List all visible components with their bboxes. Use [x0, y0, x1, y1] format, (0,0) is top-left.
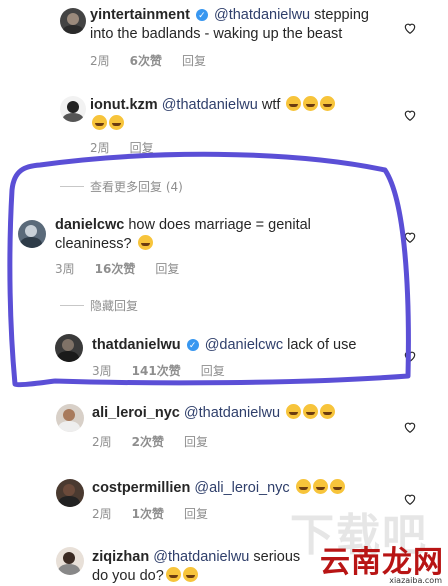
joy-emoji-icon	[303, 404, 319, 419]
avatar[interactable]	[56, 479, 84, 507]
comment-text: ali_leroi_nyc @thatdanielwu	[92, 404, 412, 423]
reply-button[interactable]: 回复	[184, 433, 208, 450]
mention-link[interactable]: @ali_leroi_nyc	[194, 480, 289, 496]
avatar[interactable]	[56, 547, 84, 575]
joy-emoji-icon	[182, 567, 198, 582]
joy-emoji-icon	[295, 479, 311, 494]
joy-emoji-icon	[329, 479, 345, 494]
username[interactable]: costpermillien	[92, 480, 190, 496]
joy-emoji-icon	[312, 479, 328, 494]
watermark-url: xiazaiba.com	[389, 576, 442, 585]
comment-likes[interactable]: 2次赞	[132, 433, 164, 450]
joy-emoji-icon	[320, 404, 336, 419]
mention-link[interactable]: @thatdanielwu	[184, 405, 280, 421]
joy-emoji-icon	[286, 404, 302, 419]
comment-meta: 2周 1次赞 回复	[92, 505, 208, 522]
comment-text: costpermillien @ali_leroi_nyc	[92, 479, 412, 498]
username[interactable]: ali_leroi_nyc	[92, 405, 180, 421]
comment-time: 2周	[92, 435, 112, 449]
username[interactable]: ziqizhan	[92, 549, 149, 565]
comments-screen: { "comments": [ { "username": "yintertai…	[0, 0, 448, 585]
watermark: 云南龙网 xiazaiba.com	[320, 537, 444, 585]
comment-time: 2周	[92, 507, 112, 521]
watermark-text: 云南龙网	[320, 545, 444, 580]
comment-body-line2: do you do?	[92, 568, 164, 584]
avatar[interactable]	[56, 404, 84, 432]
heart-icon[interactable]	[403, 420, 417, 434]
joy-emoji-icon	[165, 567, 181, 582]
reply-button[interactable]: 回复	[184, 505, 208, 522]
comment-likes[interactable]: 1次赞	[132, 505, 164, 522]
mention-link[interactable]: @thatdanielwu	[153, 549, 249, 565]
comment-meta: 2周 2次赞 回复	[92, 433, 208, 450]
